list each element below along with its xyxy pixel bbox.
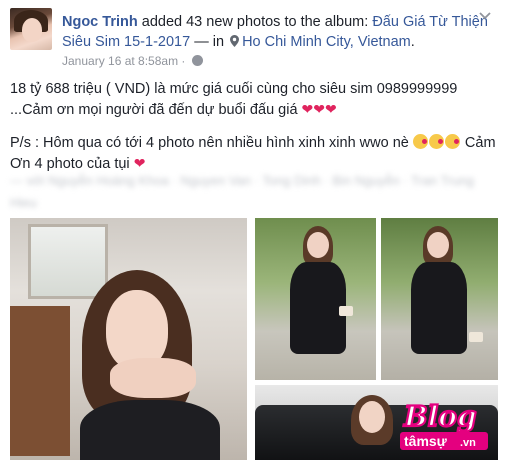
location-link[interactable]: Ho Chi Minh City, Vietnam xyxy=(242,34,411,50)
background-shelf xyxy=(10,306,70,456)
post-photo-main[interactable] xyxy=(10,218,247,460)
location-period: . xyxy=(410,34,415,50)
avatar-face xyxy=(22,18,42,42)
subject-clutch xyxy=(469,332,483,342)
watermark-subtext: tâmsự xyxy=(404,433,448,449)
post-text-line2: P/s : Hôm qua có tới 4 photo nên nhiều h… xyxy=(10,135,409,151)
blog-tamsu-watermark-logo: Blog tâmsự .vn xyxy=(400,399,488,450)
watermark-brand: Blog xyxy=(403,400,477,433)
meta-separator: · xyxy=(181,54,186,68)
kiss-emoji-icon xyxy=(444,134,460,149)
subject-face xyxy=(427,232,449,258)
subject-dress xyxy=(411,262,467,354)
subject-clutch xyxy=(339,306,353,316)
post-paragraph-2: P/s : Hôm qua có tới 4 photo nên nhiều h… xyxy=(10,132,498,174)
subject-dress xyxy=(80,400,220,460)
post-photo-3[interactable] xyxy=(381,218,498,380)
globe-icon[interactable] xyxy=(191,55,203,66)
post-header: Ngoc Trinh added 43 new photos to the al… xyxy=(62,12,492,52)
post-paragraph-1: 18 tỷ 688 triệu ( VND) là mức giá cuối c… xyxy=(10,79,498,120)
map-pin-icon xyxy=(230,35,240,47)
kiss-emoji-icon xyxy=(428,134,444,149)
watermark-tld: .vn xyxy=(460,437,476,449)
heart-emoji-icon: ❤ xyxy=(133,155,146,171)
background-window xyxy=(28,224,108,299)
tagged-people-blurred: — với Nguyễn Hoàng Khoa · Nguyen Van · T… xyxy=(10,173,475,210)
chevron-down-icon[interactable] xyxy=(479,12,491,20)
post-action-text: added 43 new photos to the album: xyxy=(141,14,369,30)
author-avatar[interactable] xyxy=(10,8,52,50)
subject-dress xyxy=(290,262,346,354)
location-separator: — in xyxy=(194,34,225,50)
heart-emoji-icon: ❤❤❤ xyxy=(301,101,337,117)
author-name-link[interactable]: Ngoc Trinh xyxy=(62,14,138,30)
subject-face xyxy=(307,232,329,258)
subject-hands xyxy=(110,358,196,398)
post-meta: January 16 at 8:58am · xyxy=(62,54,203,68)
facebook-post: Ngoc Trinh added 43 new photos to the al… xyxy=(0,0,505,460)
subject-face xyxy=(359,401,385,433)
post-photo-2[interactable] xyxy=(255,218,376,380)
post-text-line1: 18 tỷ 688 triệu ( VND) là mức giá cuối c… xyxy=(10,81,458,118)
kiss-emoji-icon xyxy=(412,134,428,149)
post-timestamp[interactable]: January 16 at 8:58am xyxy=(62,54,178,68)
